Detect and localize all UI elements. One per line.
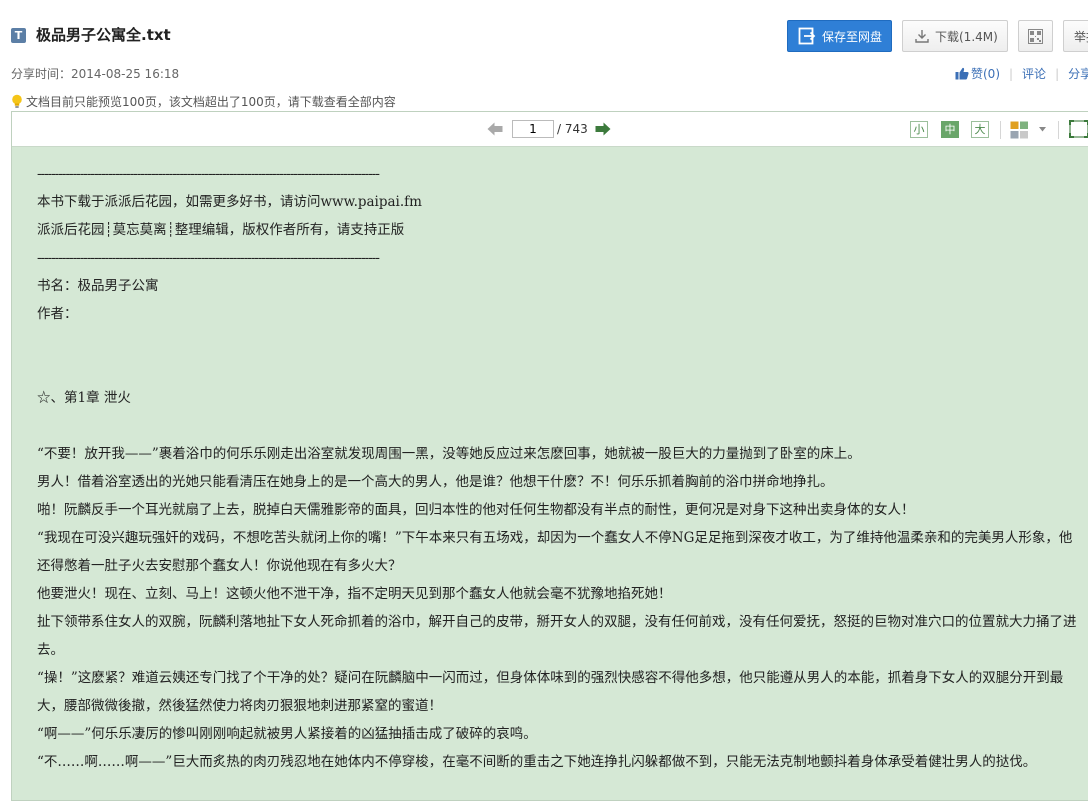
toolbar-separator xyxy=(1058,121,1059,139)
text-line: “操！”这麽紧？难道云姨还专门找了个干净的处？疑问在阮麟脑中一闪而过，但身体体味… xyxy=(37,670,1064,714)
like-label: 赞(0) xyxy=(971,67,1000,81)
text-line: 派派后花园┊莫忘莫离┊整理编辑，版权作者所有，请支持正版 xyxy=(37,222,405,238)
fullscreen-icon[interactable] xyxy=(1069,120,1088,138)
text-line: 书名：极品男子公寓 xyxy=(37,278,159,294)
save-to-cloud-label: 保存至网盘 xyxy=(822,29,883,44)
document-title: 极品男子公寓全.txt xyxy=(36,26,171,44)
document-viewer: / 743 小 中 大 ----------------------------… xyxy=(11,111,1088,801)
document-text-area: ----------------------------------------… xyxy=(37,160,1077,776)
text-line: “不……啊……啊——”巨大而炙热的肉刃残忍地在她体内不停穿梭，在毫不间断的重击之… xyxy=(37,754,1037,770)
qr-code-icon xyxy=(1028,28,1043,44)
separator-line: ----------------------------------------… xyxy=(37,250,380,266)
total-pages: / 743 xyxy=(557,122,588,136)
font-size-medium-button[interactable]: 中 xyxy=(941,121,959,138)
font-size-small-button[interactable]: 小 xyxy=(910,121,928,138)
next-page-arrow-icon[interactable] xyxy=(595,122,611,136)
save-to-cloud-icon xyxy=(798,27,816,45)
chevron-down-icon[interactable] xyxy=(1039,127,1046,132)
comment-link[interactable]: 评论 xyxy=(1022,65,1046,82)
text-line: “不要！放开我——”裹着浴巾的何乐乐刚走出浴室就发现周围一黑，没等她反应过来怎麽… xyxy=(37,446,861,462)
meta-links: 赞(0) | 评论 | 分享 xyxy=(955,65,1088,82)
text-line: “啊——”何乐乐凄厉的惨叫刚刚响起就被男人紧接着的凶猛抽插击成了破碎的哀鸣。 xyxy=(37,726,537,742)
download-label: 下载(1.4M) xyxy=(935,29,998,44)
download-button[interactable]: 下载(1.4M) xyxy=(902,20,1008,52)
text-line: 啪！阮麟反手一个耳光就扇了上去，脱掉白天儒雅影帝的面具，回归本性的他对任何生物都… xyxy=(37,502,915,518)
preview-notice-text: 文档目前只能预览100页，该文档超出了100页，请下载查看全部内容 xyxy=(26,95,396,109)
separator: | xyxy=(1055,66,1060,81)
thumbs-up-icon xyxy=(955,67,969,80)
like-link[interactable]: 赞(0) xyxy=(955,65,1000,82)
txt-file-icon: T xyxy=(11,28,26,43)
text-line: 本书下载于派派后花园，如需更多好书，请访问www.paipai.fm xyxy=(37,194,422,210)
report-label: 举报 xyxy=(1074,29,1088,44)
text-line: “我现在可没兴趣玩强奸的戏码，不想吃苦头就闭上你的嘴！”下午本来只有五场戏，却因… xyxy=(37,530,1073,574)
qr-code-button[interactable] xyxy=(1018,20,1053,52)
font-size-large-button[interactable]: 大 xyxy=(971,121,989,138)
viewer-toolbar: / 743 小 中 大 xyxy=(12,112,1088,147)
share-link[interactable]: 分享 xyxy=(1068,65,1088,82)
lightbulb-icon xyxy=(12,94,22,108)
text-line: 作者： xyxy=(37,306,78,322)
page-number-input[interactable] xyxy=(512,120,554,138)
text-line: 他要泄火！现在、立刻、马上！这顿火他不泄干净，指不定明天见到那个蠢女人他就会毫不… xyxy=(37,586,672,602)
save-to-cloud-button[interactable]: 保存至网盘 xyxy=(787,20,892,52)
share-time: 分享时间：2014-08-25 16:18 xyxy=(11,67,180,81)
text-line: 扯下领带系住女人的双腕，阮麟利落地扯下女人死命抓着的浴巾，解开自己的皮带，掰开女… xyxy=(37,614,1077,658)
color-theme-grid-icon[interactable] xyxy=(1010,121,1029,139)
preview-notice: 文档目前只能预览100页，该文档超出了100页，请下载查看全部内容 xyxy=(11,93,396,110)
toolbar-separator xyxy=(1000,121,1001,139)
text-line: 男人！借着浴室透出的光她只能看清压在她身上的是一个高大的男人，他是谁？他想干什麽… xyxy=(37,474,834,490)
separator: | xyxy=(1009,66,1014,81)
report-button[interactable]: 举报 xyxy=(1063,20,1088,52)
text-line: ☆、第1章 泄火 xyxy=(37,390,131,406)
prev-page-arrow-icon[interactable] xyxy=(487,122,503,136)
download-icon xyxy=(915,30,929,43)
separator-line: ----------------------------------------… xyxy=(37,166,380,182)
